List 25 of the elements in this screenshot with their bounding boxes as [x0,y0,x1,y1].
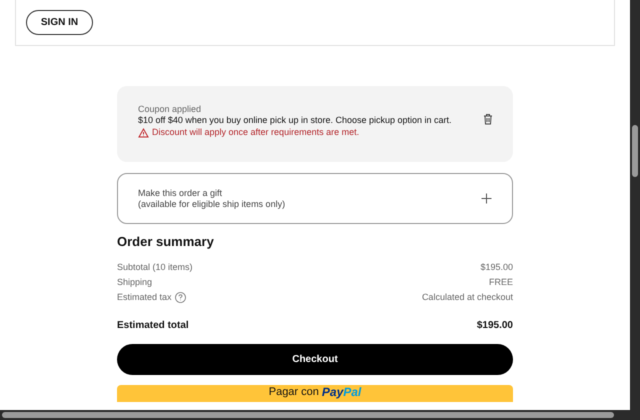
paypal-button[interactable]: Pagar con PayPal [117,385,513,402]
order-summary-heading: Order summary [117,234,215,250]
summary-value: Calculated at checkout [422,290,513,304]
gift-subtitle: (available for eligible ship items only) [138,198,286,210]
summary-label: Estimated tax [117,290,172,304]
warning-icon [138,128,149,138]
scrollbar-thumb[interactable] [632,125,638,177]
coupon-warning: Discount will apply once after requirements are met. [152,127,360,138]
help-icon[interactable] [174,292,186,303]
summary-value: FREE [488,276,513,289]
vertical-scrollbar[interactable] [630,0,640,410]
scrollbar-thumb[interactable] [2,412,614,418]
total-value: $195.00 [476,319,513,333]
total-label: Estimated total [117,319,189,333]
summary-value: $195.00 [480,260,513,274]
sign-in-button[interactable]: SIGN IN [26,10,93,35]
summary-label: Shipping [117,276,152,289]
checkout-button[interactable]: Checkout [117,344,513,375]
horizontal-scrollbar[interactable] [0,410,640,420]
trash-icon[interactable] [483,113,493,125]
coupon-title: Coupon applied [138,103,202,115]
coupon-description: $10 off $40 when you buy online pick up in store. Choose pickup option in cart. [138,115,453,126]
summary-label: Subtotal (10 items) [117,260,193,274]
gift-title: Make this order a gift [138,188,224,198]
gift-option[interactable]: Make this order a gift (available for eligible ship items only) [117,173,513,224]
